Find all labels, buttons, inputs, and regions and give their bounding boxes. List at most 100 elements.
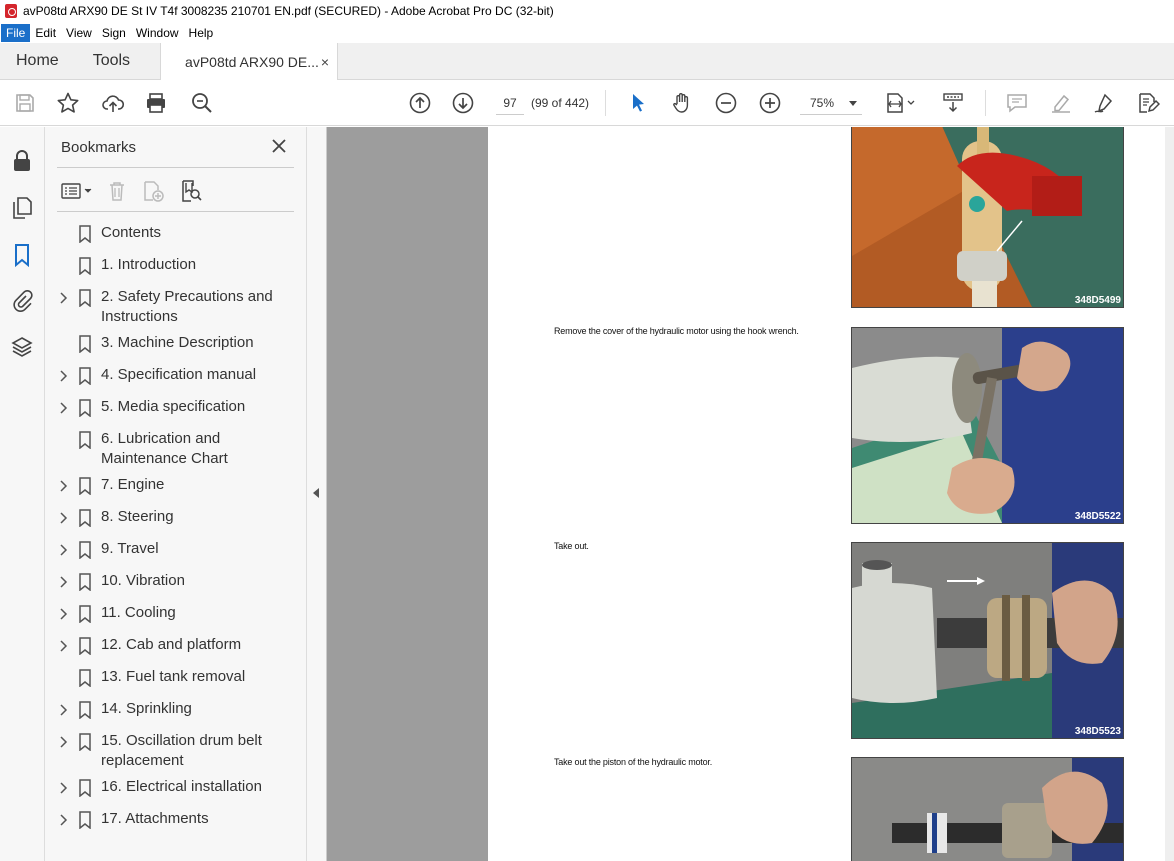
edit-pdf-icon[interactable]	[1135, 90, 1161, 116]
step-caption: Remove the cover of the hydraulic motor …	[554, 326, 799, 336]
toolbar-divider	[985, 90, 986, 116]
bookmark-panel-icon[interactable]	[10, 243, 34, 267]
chevron-right-icon[interactable]	[57, 511, 69, 524]
chevron-right-icon[interactable]	[57, 703, 69, 716]
layers-icon[interactable]	[10, 335, 34, 359]
step-caption: Take out the piston of the hydraulic mot…	[554, 757, 712, 767]
bookmark-label: 7. Engine	[101, 476, 165, 493]
menu-help[interactable]: Help	[184, 24, 219, 42]
menu-bar: File Edit View Sign Window Help	[0, 22, 1174, 43]
star-bookmark-icon[interactable]	[55, 90, 81, 116]
photo-hook-wrench: 348D5522	[851, 327, 1124, 524]
bookmark-label: 1. Introduction	[101, 256, 197, 273]
photo-cylinder-in-vise: 348D5499	[851, 127, 1124, 308]
chevron-right-icon[interactable]	[57, 543, 69, 556]
delete-trash-icon[interactable]	[107, 180, 127, 202]
bookmark-flag-icon	[78, 573, 92, 592]
zoom-select[interactable]: 75%	[800, 91, 862, 115]
menu-sign[interactable]: Sign	[97, 24, 131, 42]
photo-code: 348D5499	[1074, 295, 1121, 306]
chevron-right-icon[interactable]	[57, 479, 69, 492]
chevron-right-icon[interactable]	[57, 813, 69, 826]
lock-icon[interactable]	[10, 149, 34, 173]
bookmark-flag-icon	[78, 811, 92, 830]
page-number-input[interactable]: 97	[496, 91, 524, 115]
bookmark-label: 14. Sprinkling	[101, 700, 192, 717]
photo-take-out-piston	[851, 757, 1124, 861]
bookmark-flag-icon	[78, 257, 92, 276]
sign-pen-icon[interactable]	[1091, 90, 1117, 116]
attachment-paperclip-icon[interactable]	[10, 288, 34, 312]
bookmark-label: 12. Cab and platform	[101, 636, 242, 653]
close-tab-icon[interactable]: ×	[321, 54, 329, 70]
bookmark-label: 5. Media specification	[101, 398, 246, 415]
find-bookmark-icon[interactable]	[179, 179, 203, 203]
bookmark-label: 3. Machine Description	[101, 334, 254, 351]
title-bar: avP08td ARX90 DE St IV T4f 3008235 21070…	[0, 0, 1174, 22]
photo-code: 348D5522	[1074, 511, 1121, 522]
chevron-right-icon[interactable]	[57, 575, 69, 588]
save-icon[interactable]	[12, 90, 38, 116]
bookmark-flag-icon	[78, 431, 92, 450]
chevron-right-icon[interactable]	[57, 291, 69, 304]
upload-cloud-icon[interactable]	[100, 90, 126, 116]
bookmark-label: 10. Vibration	[101, 572, 185, 589]
bookmark-label: 4. Specification manual	[101, 366, 257, 383]
new-bookmark-icon[interactable]	[141, 179, 165, 203]
panel-collapse-handle[interactable]	[307, 127, 327, 861]
zoom-search-icon[interactable]	[189, 90, 215, 116]
zoom-out-icon[interactable]	[713, 90, 739, 116]
bookmark-tools	[61, 177, 203, 205]
bookmark-flag-icon	[78, 733, 92, 752]
chevron-right-icon[interactable]	[57, 401, 69, 414]
close-icon[interactable]	[269, 136, 289, 156]
bookmark-flag-icon	[78, 289, 92, 308]
zoom-in-icon[interactable]	[757, 90, 783, 116]
chevron-right-icon[interactable]	[57, 735, 69, 748]
document-viewer[interactable]: 348D5499 Remove the cover of the hydraul…	[327, 127, 1174, 861]
collapse-arrow-icon	[313, 488, 319, 498]
bookmark-flag-icon	[78, 477, 92, 496]
pages-thumbnail-icon[interactable]	[10, 196, 34, 220]
navigation-rail	[0, 127, 45, 861]
bookmark-label: 2. Safety Precautions and Instructions	[101, 288, 273, 325]
pdf-page: 348D5499 Remove the cover of the hydraul…	[488, 127, 1174, 861]
bookmark-flag-icon	[78, 541, 92, 560]
bookmarks-panel: Bookmarks Contents 1. Introduction 2. Sa…	[45, 127, 307, 861]
menu-file[interactable]: File	[1, 23, 31, 42]
print-icon[interactable]	[143, 90, 169, 116]
chevron-right-icon[interactable]	[57, 607, 69, 620]
previous-page-icon[interactable]	[407, 90, 433, 116]
tab-home[interactable]: Home	[0, 43, 75, 79]
menu-view[interactable]: View	[61, 24, 97, 42]
menu-edit[interactable]: Edit	[30, 24, 61, 42]
tab-tools[interactable]: Tools	[75, 43, 144, 79]
chevron-down-icon	[849, 101, 857, 106]
bookmark-flag-icon	[78, 701, 92, 720]
main-toolbar: 97 (99 of 442) 75%	[0, 80, 1174, 126]
bookmark-label: 6. Lubrication and Maintenance Chart	[101, 430, 228, 467]
next-page-icon[interactable]	[450, 90, 476, 116]
options-menu-icon[interactable]	[61, 181, 95, 201]
hand-tool-icon[interactable]	[669, 90, 695, 116]
comment-icon[interactable]	[1004, 90, 1030, 116]
chevron-right-icon[interactable]	[57, 639, 69, 652]
tab-document[interactable]: avP08td ARX90 DE... ×	[160, 43, 339, 80]
bookmark-flag-icon	[78, 335, 92, 354]
menu-window[interactable]: Window	[131, 24, 184, 42]
vertical-scrollbar[interactable]	[1165, 127, 1174, 861]
highlight-pen-icon[interactable]	[1048, 90, 1074, 116]
bookmarks-title: Bookmarks	[61, 139, 137, 156]
bookmark-flag-icon	[78, 399, 92, 418]
bookmark-label: 11. Cooling	[101, 604, 176, 621]
bookmark-flag-icon	[78, 367, 92, 386]
tab-bar: Home Tools avP08td ARX90 DE... ×	[0, 43, 1174, 80]
scrolling-mode-icon[interactable]	[940, 90, 966, 116]
chevron-right-icon[interactable]	[57, 369, 69, 382]
page-fit-icon[interactable]	[883, 90, 919, 116]
select-cursor-icon[interactable]	[625, 90, 651, 116]
chevron-right-icon[interactable]	[57, 781, 69, 794]
bookmark-flag-icon	[78, 605, 92, 624]
bookmark-label: Contents	[101, 224, 162, 241]
bookmark-flag-icon	[78, 637, 92, 656]
